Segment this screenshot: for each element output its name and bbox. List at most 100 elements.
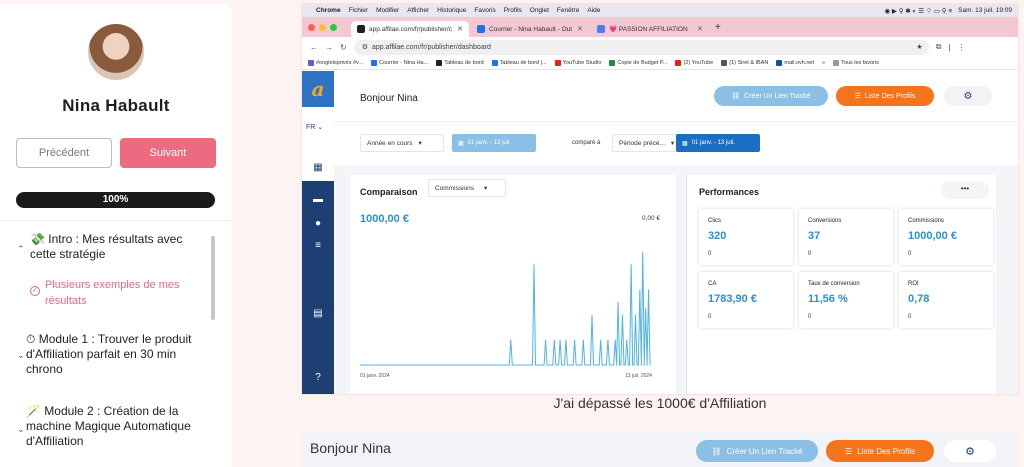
store-icon[interactable]: ▤	[311, 307, 325, 321]
language-select[interactable]: FR ⌄	[302, 107, 334, 155]
bookmark-item[interactable]: mail.ovh.net	[776, 60, 814, 66]
progress-bar: 100%	[16, 192, 215, 208]
bookmark-item[interactable]: Tableau de bord	[436, 60, 484, 66]
sidebar-item-dashboard[interactable]: ▦	[302, 155, 334, 181]
bookmark-item[interactable]: (2) YouTube	[675, 60, 713, 66]
menu-dots-icon[interactable]: ⋮	[958, 43, 966, 52]
maximize-window-icon[interactable]	[330, 23, 337, 31]
extensions-icon[interactable]: ⧉	[936, 42, 942, 52]
back-icon[interactable]: ←	[310, 43, 318, 52]
comparison-title: Comparaison	[360, 187, 418, 197]
greeting: Bonjour Nina	[310, 440, 391, 456]
star-icon[interactable]: ★	[916, 43, 928, 51]
list-icon: ☰	[845, 446, 853, 456]
lesson-item[interactable]: Plusieurs exemples de mes résultats	[45, 277, 205, 309]
metric-card-roi: ROI 0,78 0	[899, 272, 993, 328]
chevron-down-icon[interactable]: ⌄	[17, 424, 25, 435]
site-info-icon[interactable]: ⚙	[362, 43, 368, 51]
check-circle-icon: ✓	[30, 286, 40, 296]
module-2[interactable]: 🪄 Module 2 : Création de la machine Magi…	[26, 404, 214, 449]
module-intro[interactable]: 💸 Intro : Mes résultats avec cette strat…	[30, 232, 208, 262]
greeting: Bonjour Nina	[360, 93, 418, 104]
menu-item[interactable]: Favoris	[474, 7, 495, 14]
menu-item[interactable]: Fenêtre	[557, 7, 579, 14]
select-value: Commissions	[435, 184, 475, 192]
close-icon[interactable]: ✕	[457, 25, 463, 33]
bookmark-item[interactable]: #ongletsprivés #v...	[308, 60, 363, 66]
minimize-window-icon[interactable]	[319, 23, 326, 31]
period-select[interactable]: Année en cours ▾	[360, 134, 444, 152]
bookmark-favicon-icon	[491, 60, 498, 66]
magic-wand-icon: 🪄	[26, 404, 41, 418]
close-window-icon[interactable]	[308, 23, 315, 31]
compass-icon[interactable]: ●	[311, 217, 325, 231]
forward-icon[interactable]: →	[325, 43, 333, 52]
create-tracked-link-button[interactable]: ⛓ Créer Un Lien Tracké	[714, 86, 828, 106]
menu-item[interactable]: Historique	[437, 7, 466, 14]
profiles-list-button[interactable]: ☰ Liste Des Profils	[836, 86, 934, 106]
x-axis-start-label: 01 janv. 2024	[360, 373, 390, 379]
menu-item[interactable]: Modifier	[376, 7, 399, 14]
reload-icon[interactable]: ↻	[340, 43, 347, 52]
metric-select[interactable]: Commissions ▾	[428, 179, 506, 197]
gear-icon: ⚙	[963, 90, 973, 102]
bookmark-favicon-icon	[721, 60, 728, 66]
divider	[0, 220, 232, 221]
close-icon[interactable]: ✕	[697, 25, 703, 33]
bookmark-label: Tableau de bord |...	[499, 60, 547, 66]
bookmark-item[interactable]: Tous les favoris	[833, 60, 879, 66]
main-value: 1000,00 €	[360, 213, 409, 225]
bookmark-item[interactable]: Copie de Budget P...	[609, 60, 667, 66]
bookmark-item[interactable]: »	[822, 60, 825, 66]
bookmark-item[interactable]: (1) Siret & IBAN	[721, 60, 768, 66]
bookmark-item[interactable]: Courrier - Nina Ha...	[370, 60, 429, 66]
menu-item[interactable]: Aide	[587, 7, 600, 14]
chat-icon[interactable]: ▬	[311, 193, 325, 207]
compare-dates-button[interactable]: ▦ 01 janv. - 13 juil.	[676, 134, 760, 152]
next-button[interactable]: Suivant	[120, 138, 216, 168]
bookmark-favicon-icon	[833, 60, 840, 66]
card-sub: 0	[908, 314, 912, 320]
chevron-down-icon[interactable]: ⌄	[17, 350, 25, 361]
performances-title: Performances	[699, 187, 760, 197]
close-icon[interactable]: ✕	[577, 25, 583, 33]
compare-value: 0,00 €	[641, 215, 660, 222]
settings-button[interactable]: ⚙	[944, 440, 996, 462]
tab-affilae[interactable]: app.affilae.com/fr/publisher/c ✕	[351, 21, 469, 37]
tab-outlook[interactable]: Courrier - Nina Habault - Out ✕	[471, 21, 589, 37]
select-value: Année en cours	[367, 139, 413, 147]
period-dates-button[interactable]: ▦ 01 janv. - 13 juil.	[452, 134, 536, 152]
link-icon: ⛓	[731, 93, 741, 100]
scrollbar[interactable]	[211, 236, 215, 320]
more-options-button[interactable]: •••	[941, 181, 989, 199]
timer-icon: ⏱	[26, 332, 36, 346]
address-bar[interactable]: ⚙ app.affilae.com/fr/publisher/dashboard…	[353, 39, 929, 55]
bookmark-item[interactable]: YouTube Studio	[554, 60, 601, 66]
module-1[interactable]: ⏱ Module 1 : Trouver le produit d'Affili…	[26, 332, 208, 377]
menu-item[interactable]: Fichier	[349, 7, 369, 14]
create-tracked-link-button[interactable]: ⛓ Créer Un Lien Tracké	[696, 440, 818, 462]
bookmark-label: Courrier - Nina Ha...	[378, 60, 429, 66]
site-favicon-icon	[597, 25, 605, 33]
metric-card-commissions: Commissions 1000,00 € 0	[899, 209, 993, 265]
profiles-list-button[interactable]: ☰ Liste Des Profils	[826, 440, 934, 462]
course-sidebar: Nina Habault Précédent Suivant 100% ⌃ 💸 …	[0, 4, 232, 467]
bookmark-favicon-icon	[675, 60, 682, 66]
menu-item[interactable]: Profils	[504, 7, 522, 14]
menu-item[interactable]: Afficher	[407, 7, 429, 14]
x-axis-end-label: 13 juil. 2024	[625, 373, 652, 379]
menu-item[interactable]: Onglet	[530, 7, 549, 14]
list-icon[interactable]: ≡	[311, 239, 325, 253]
card-label: Commissions	[908, 218, 945, 224]
bookmark-label: (1) Siret & IBAN	[729, 60, 769, 66]
settings-button[interactable]: ⚙	[944, 86, 992, 106]
tab-passion[interactable]: 💗 PASSION AFFILIATION ✕	[591, 21, 709, 37]
bookmark-item[interactable]: Tableau de bord |...	[491, 60, 547, 66]
menu-app[interactable]: Chrome	[316, 7, 341, 14]
help-icon[interactable]: ?	[311, 371, 325, 385]
previous-button[interactable]: Précédent	[16, 138, 112, 168]
new-tab-icon[interactable]: +	[715, 22, 721, 33]
affilae-logo-icon[interactable]: a	[302, 71, 334, 107]
metric-card-clicks: Clics 320 0	[699, 209, 793, 265]
chevron-up-icon[interactable]: ⌃	[17, 244, 25, 255]
